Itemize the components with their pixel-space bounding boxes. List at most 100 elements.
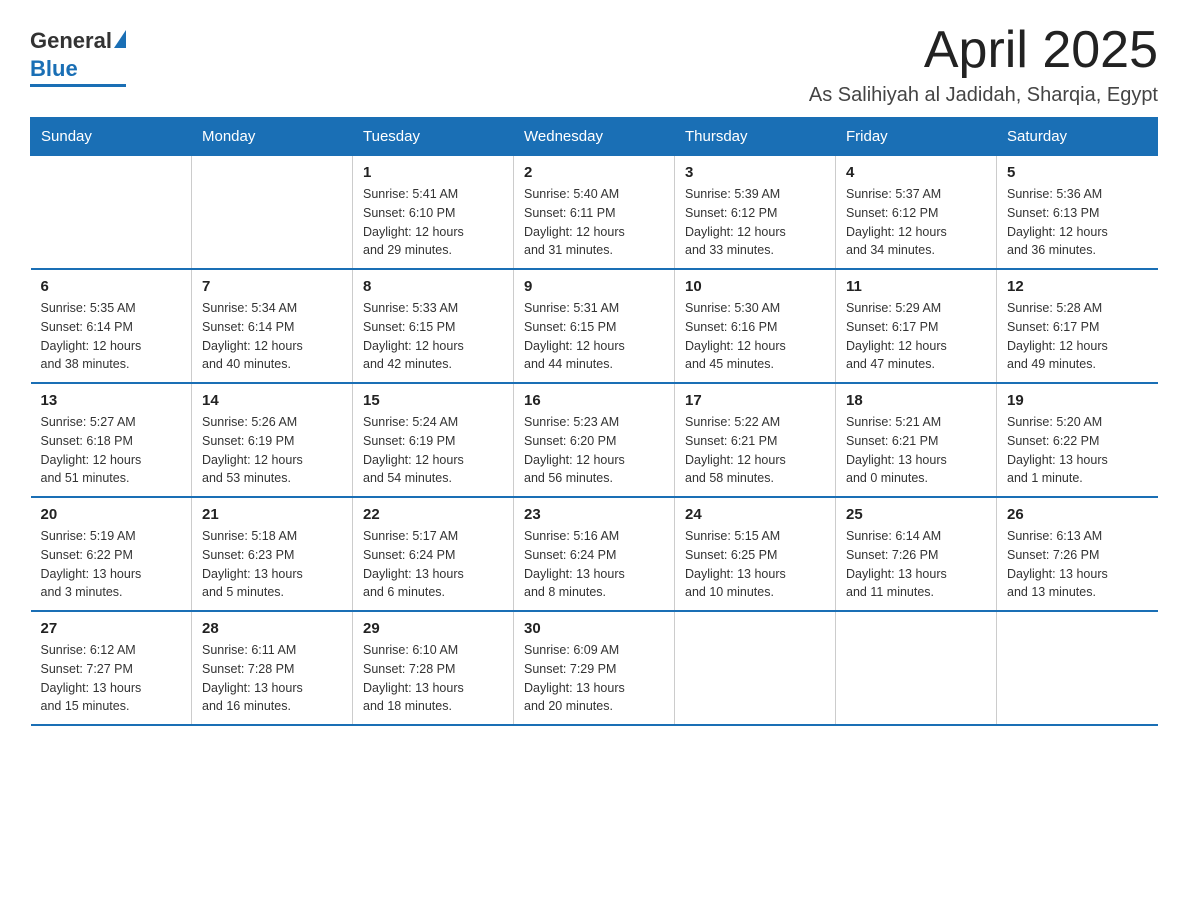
calendar-cell: 5 Sunrise: 5:36 AM Sunset: 6:13 PM Daylig… — [997, 156, 1158, 270]
day-number: 12 — [1007, 278, 1148, 295]
day-info: Sunrise: 5:34 AM Sunset: 6:14 PM Dayligh… — [202, 299, 342, 374]
day-number: 18 — [846, 392, 986, 409]
day-number: 23 — [524, 506, 664, 523]
title-section: April 2025 As Salihiyah al Jadidah, Shar… — [809, 20, 1158, 107]
day-info: Sunrise: 5:19 AM Sunset: 6:22 PM Dayligh… — [41, 527, 182, 602]
day-number: 15 — [363, 392, 503, 409]
calendar-cell: 17Sunrise: 5:22 AM Sunset: 6:21 PM Dayli… — [675, 383, 836, 497]
col-header-tuesday: Tuesday — [353, 118, 514, 156]
calendar-week-row: 6 Sunrise: 5:35 AM Sunset: 6:14 PM Daylig… — [31, 269, 1158, 383]
calendar-cell — [836, 611, 997, 725]
day-number: 30 — [524, 620, 664, 637]
calendar-cell: 30 Sunrise: 6:09 AM Sunset: 7:29 PM Dayli… — [514, 611, 675, 725]
calendar-cell: 14Sunrise: 5:26 AM Sunset: 6:19 PM Dayli… — [192, 383, 353, 497]
day-info: Sunrise: 6:09 AM Sunset: 7:29 PM Dayligh… — [524, 641, 664, 716]
day-number: 14 — [202, 392, 342, 409]
day-number: 21 — [202, 506, 342, 523]
day-info: Sunrise: 6:11 AM Sunset: 7:28 PM Dayligh… — [202, 641, 342, 716]
day-info: Sunrise: 5:29 AM Sunset: 6:17 PM Dayligh… — [846, 299, 986, 374]
day-info: Sunrise: 5:35 AM Sunset: 6:14 PM Dayligh… — [41, 299, 182, 374]
col-header-saturday: Saturday — [997, 118, 1158, 156]
calendar-cell: 20 Sunrise: 5:19 AM Sunset: 6:22 PM Dayli… — [31, 497, 192, 611]
logo-general-text: General — [30, 28, 112, 54]
calendar-cell: 10 Sunrise: 5:30 AM Sunset: 6:16 PM Dayli… — [675, 269, 836, 383]
calendar-cell: 11 Sunrise: 5:29 AM Sunset: 6:17 PM Dayli… — [836, 269, 997, 383]
calendar-cell: 22 Sunrise: 5:17 AM Sunset: 6:24 PM Dayli… — [353, 497, 514, 611]
calendar-cell: 4 Sunrise: 5:37 AM Sunset: 6:12 PM Daylig… — [836, 156, 997, 270]
logo: General Blue — [30, 28, 126, 87]
day-number: 4 — [846, 164, 986, 181]
day-number: 6 — [41, 278, 182, 295]
calendar-cell: 16 Sunrise: 5:23 AM Sunset: 6:20 PM Dayli… — [514, 383, 675, 497]
month-title: April 2025 — [809, 20, 1158, 80]
day-info: Sunrise: 5:30 AM Sunset: 6:16 PM Dayligh… — [685, 299, 825, 374]
calendar-cell: 6 Sunrise: 5:35 AM Sunset: 6:14 PM Daylig… — [31, 269, 192, 383]
day-info: Sunrise: 5:27 AM Sunset: 6:18 PM Dayligh… — [41, 413, 182, 488]
calendar-cell: 19 Sunrise: 5:20 AM Sunset: 6:22 PM Dayli… — [997, 383, 1158, 497]
logo-blue-text: Blue — [30, 56, 78, 82]
calendar-week-row: 20 Sunrise: 5:19 AM Sunset: 6:22 PM Dayli… — [31, 497, 1158, 611]
day-number: 5 — [1007, 164, 1148, 181]
day-info: Sunrise: 5:40 AM Sunset: 6:11 PM Dayligh… — [524, 185, 664, 260]
calendar-week-row: 1 Sunrise: 5:41 AM Sunset: 6:10 PM Daylig… — [31, 156, 1158, 270]
day-info: Sunrise: 5:24 AM Sunset: 6:19 PM Dayligh… — [363, 413, 503, 488]
day-number: 20 — [41, 506, 182, 523]
calendar-cell — [31, 156, 192, 270]
calendar-table: SundayMondayTuesdayWednesdayThursdayFrid… — [30, 117, 1158, 726]
day-info: Sunrise: 5:37 AM Sunset: 6:12 PM Dayligh… — [846, 185, 986, 260]
calendar-cell: 12Sunrise: 5:28 AM Sunset: 6:17 PM Dayli… — [997, 269, 1158, 383]
day-info: Sunrise: 5:17 AM Sunset: 6:24 PM Dayligh… — [363, 527, 503, 602]
day-info: Sunrise: 6:10 AM Sunset: 7:28 PM Dayligh… — [363, 641, 503, 716]
calendar-cell — [675, 611, 836, 725]
day-info: Sunrise: 5:41 AM Sunset: 6:10 PM Dayligh… — [363, 185, 503, 260]
day-info: Sunrise: 5:31 AM Sunset: 6:15 PM Dayligh… — [524, 299, 664, 374]
day-number: 26 — [1007, 506, 1148, 523]
col-header-wednesday: Wednesday — [514, 118, 675, 156]
day-info: Sunrise: 6:14 AM Sunset: 7:26 PM Dayligh… — [846, 527, 986, 602]
day-info: Sunrise: 5:36 AM Sunset: 6:13 PM Dayligh… — [1007, 185, 1148, 260]
calendar-cell: 25Sunrise: 6:14 AM Sunset: 7:26 PM Dayli… — [836, 497, 997, 611]
day-number: 19 — [1007, 392, 1148, 409]
calendar-cell: 7 Sunrise: 5:34 AM Sunset: 6:14 PM Daylig… — [192, 269, 353, 383]
calendar-cell: 15 Sunrise: 5:24 AM Sunset: 6:19 PM Dayli… — [353, 383, 514, 497]
day-number: 7 — [202, 278, 342, 295]
day-number: 10 — [685, 278, 825, 295]
calendar-cell: 1 Sunrise: 5:41 AM Sunset: 6:10 PM Daylig… — [353, 156, 514, 270]
day-info: Sunrise: 6:12 AM Sunset: 7:27 PM Dayligh… — [41, 641, 182, 716]
calendar-header-row: SundayMondayTuesdayWednesdayThursdayFrid… — [31, 118, 1158, 156]
calendar-cell: 18Sunrise: 5:21 AM Sunset: 6:21 PM Dayli… — [836, 383, 997, 497]
calendar-week-row: 27Sunrise: 6:12 AM Sunset: 7:27 PM Dayli… — [31, 611, 1158, 725]
logo-underline — [30, 84, 126, 87]
calendar-cell: 8Sunrise: 5:33 AM Sunset: 6:15 PM Daylig… — [353, 269, 514, 383]
day-info: Sunrise: 6:13 AM Sunset: 7:26 PM Dayligh… — [1007, 527, 1148, 602]
calendar-cell: 26 Sunrise: 6:13 AM Sunset: 7:26 PM Dayli… — [997, 497, 1158, 611]
day-info: Sunrise: 5:15 AM Sunset: 6:25 PM Dayligh… — [685, 527, 825, 602]
day-number: 1 — [363, 164, 503, 181]
day-number: 8 — [363, 278, 503, 295]
calendar-cell: 27Sunrise: 6:12 AM Sunset: 7:27 PM Dayli… — [31, 611, 192, 725]
calendar-cell: 21 Sunrise: 5:18 AM Sunset: 6:23 PM Dayli… — [192, 497, 353, 611]
day-info: Sunrise: 5:18 AM Sunset: 6:23 PM Dayligh… — [202, 527, 342, 602]
day-number: 29 — [363, 620, 503, 637]
day-info: Sunrise: 5:39 AM Sunset: 6:12 PM Dayligh… — [685, 185, 825, 260]
calendar-cell — [192, 156, 353, 270]
day-number: 2 — [524, 164, 664, 181]
col-header-monday: Monday — [192, 118, 353, 156]
calendar-cell — [997, 611, 1158, 725]
day-number: 16 — [524, 392, 664, 409]
day-number: 22 — [363, 506, 503, 523]
day-info: Sunrise: 5:20 AM Sunset: 6:22 PM Dayligh… — [1007, 413, 1148, 488]
calendar-cell: 24 Sunrise: 5:15 AM Sunset: 6:25 PM Dayli… — [675, 497, 836, 611]
calendar-week-row: 13 Sunrise: 5:27 AM Sunset: 6:18 PM Dayli… — [31, 383, 1158, 497]
day-info: Sunrise: 5:23 AM Sunset: 6:20 PM Dayligh… — [524, 413, 664, 488]
calendar-cell: 29 Sunrise: 6:10 AM Sunset: 7:28 PM Dayli… — [353, 611, 514, 725]
calendar-cell: 3Sunrise: 5:39 AM Sunset: 6:12 PM Daylig… — [675, 156, 836, 270]
day-number: 11 — [846, 278, 986, 295]
calendar-cell: 9Sunrise: 5:31 AM Sunset: 6:15 PM Daylig… — [514, 269, 675, 383]
location-title: As Salihiyah al Jadidah, Sharqia, Egypt — [809, 84, 1158, 107]
day-info: Sunrise: 5:22 AM Sunset: 6:21 PM Dayligh… — [685, 413, 825, 488]
day-number: 13 — [41, 392, 182, 409]
page-header: General Blue April 2025 As Salihiyah al … — [30, 20, 1158, 107]
day-number: 24 — [685, 506, 825, 523]
calendar-cell: 2 Sunrise: 5:40 AM Sunset: 6:11 PM Daylig… — [514, 156, 675, 270]
